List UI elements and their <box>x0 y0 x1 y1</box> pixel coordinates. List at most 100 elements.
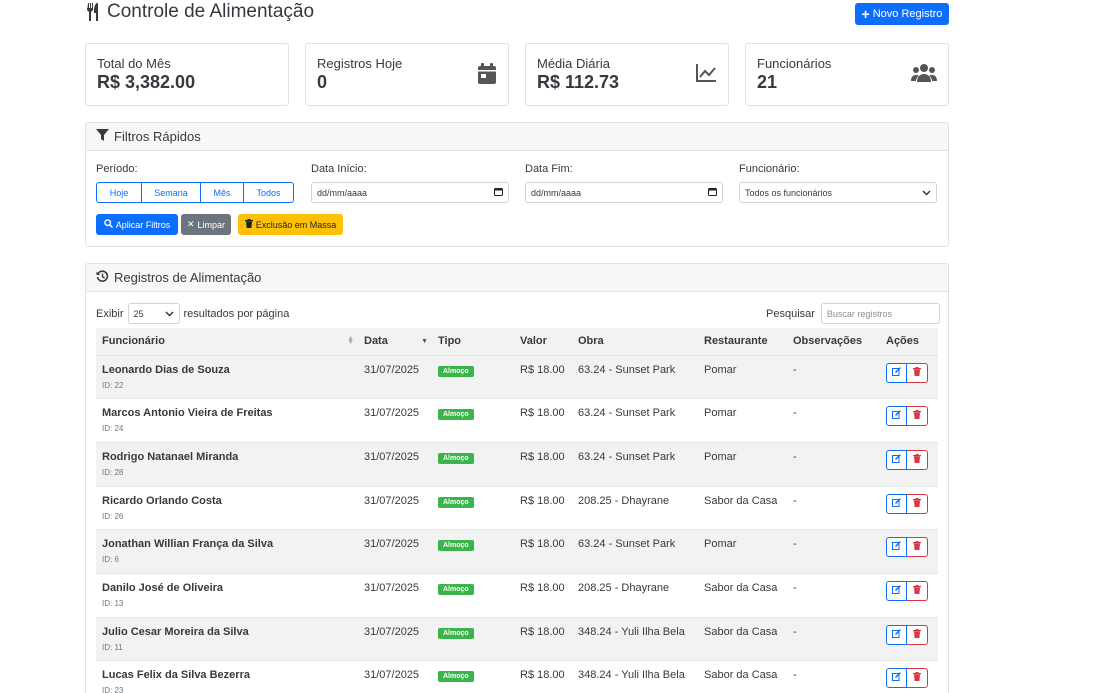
cell-site: 63.24 - Sunset Park <box>572 529 698 574</box>
column-header-restaurant[interactable]: Restaurante <box>698 328 787 356</box>
edit-icon <box>892 541 901 553</box>
column-header-date[interactable]: Data ▼ <box>358 328 432 356</box>
trash-icon <box>913 628 921 641</box>
table-row: Lucas Felix da Silva Bezerra ID: 23 31/07/… <box>96 660 938 693</box>
end-date-input[interactable]: dd/mm/aaaa <box>525 182 723 203</box>
cell-date: 31/07/2025 <box>358 442 432 487</box>
cell-date: 31/07/2025 <box>358 529 432 574</box>
stat-value: 21 <box>757 72 778 92</box>
history-icon <box>96 269 109 286</box>
delete-button[interactable] <box>907 580 928 601</box>
column-header-notes[interactable]: Observações <box>787 328 880 356</box>
column-header-value[interactable]: Valor <box>514 328 572 356</box>
delete-button[interactable] <box>907 624 928 645</box>
line-chart-icon <box>695 63 717 88</box>
cell-type: Almoço <box>432 573 514 618</box>
cell-restaurant: Sabor da Casa <box>698 486 787 531</box>
employee-name: Danilo José de Oliveira <box>102 581 224 594</box>
cell-employee: Jonathan Willian França da Silva ID: 6 <box>96 529 358 574</box>
edit-button[interactable] <box>886 362 907 383</box>
employee-id: ID: 24 <box>102 424 124 434</box>
delete-button[interactable] <box>907 406 928 427</box>
column-header-employee[interactable]: Funcionário ▲ ▼ <box>96 328 358 356</box>
new-record-button[interactable]: + Novo Registro <box>855 3 949 25</box>
employee-name: Rodrigo Natanael Miranda <box>102 450 239 463</box>
stat-label: Média Diária <box>537 56 610 71</box>
cell-notes: - <box>787 660 880 693</box>
cell-site: 208.25 - Dhayrane <box>572 486 698 531</box>
cell-date: 31/07/2025 <box>358 660 432 693</box>
stat-card-total-month: Total do Mês R$ 3,382.00 <box>85 43 289 106</box>
type-badge: Almoço <box>438 540 474 552</box>
cell-actions <box>880 660 938 693</box>
clear-filters-button[interactable]: ✕ Limpar <box>181 214 231 235</box>
edit-button[interactable] <box>886 493 907 514</box>
cell-employee: Marcos Antonio Vieira de Freitas ID: 24 <box>96 398 358 443</box>
cell-value: R$ 18.00 <box>514 573 572 618</box>
employee-name: Leonardo Dias de Souza <box>102 363 230 376</box>
table-row: Julio Cesar Moreira da Silva ID: 11 31/07/… <box>96 617 938 662</box>
period-week-button[interactable]: Semana <box>142 183 201 202</box>
edit-button[interactable] <box>886 668 907 689</box>
cell-actions <box>880 529 938 574</box>
edit-button[interactable] <box>886 406 907 427</box>
trash-icon <box>913 366 921 379</box>
apply-filters-button[interactable]: Aplicar Filtros <box>96 214 178 235</box>
cell-notes: - <box>787 573 880 618</box>
chevron-down-icon <box>164 309 174 319</box>
bulk-delete-button[interactable]: Exclusão em Massa <box>238 214 343 235</box>
period-all-button[interactable]: Todos <box>244 183 293 202</box>
period-button-group: Hoje Semana Mês Todos <box>96 182 294 203</box>
page-length-control: Exibir 25 resultados por página <box>96 303 289 324</box>
cell-type: Almoço <box>432 486 514 531</box>
cell-employee: Lucas Felix da Silva Bezerra ID: 23 <box>96 660 358 693</box>
column-header-type[interactable]: Tipo <box>432 328 514 356</box>
edit-button[interactable] <box>886 537 907 558</box>
delete-button[interactable] <box>907 493 928 514</box>
plus-icon: + <box>861 6 870 22</box>
column-header-site[interactable]: Obra <box>572 328 698 356</box>
filter-icon <box>96 129 109 144</box>
cell-employee: Julio Cesar Moreira da Silva ID: 11 <box>96 617 358 662</box>
table-row: Marcos Antonio Vieira de Freitas ID: 24 31… <box>96 398 938 443</box>
stat-value: R$ 3,382.00 <box>97 72 196 92</box>
period-month-button[interactable]: Mês <box>201 183 244 202</box>
cell-restaurant: Pomar <box>698 398 787 443</box>
employee-id: ID: 13 <box>102 598 124 608</box>
cell-date: 31/07/2025 <box>358 355 432 400</box>
type-badge: Almoço <box>438 409 474 421</box>
bulk-delete-label: Exclusão em Massa <box>255 219 337 230</box>
end-date-label: Data Fim: <box>525 163 573 175</box>
delete-button[interactable] <box>907 668 928 689</box>
cell-type: Almoço <box>432 617 514 662</box>
delete-button[interactable] <box>907 362 928 383</box>
cell-date: 31/07/2025 <box>358 486 432 531</box>
trash-icon <box>244 219 253 230</box>
start-date-input[interactable]: dd/mm/aaaa <box>311 182 509 203</box>
stat-card-records-today: Registros Hoje 0 <box>305 43 509 106</box>
period-today-button[interactable]: Hoje <box>97 183 142 202</box>
employee-id: ID: 23 <box>102 686 124 693</box>
cell-site: 208.25 - Dhayrane <box>572 573 698 618</box>
delete-button[interactable] <box>907 537 928 558</box>
edit-button[interactable] <box>886 624 907 645</box>
cell-site: 63.24 - Sunset Park <box>572 355 698 400</box>
edit-button[interactable] <box>886 449 907 470</box>
cell-notes: - <box>787 355 880 400</box>
records-table: Funcionário ▲ ▼ Data ▼ Tipo Valor Obra Rest… <box>96 328 938 693</box>
page-size-select[interactable]: 25 <box>127 303 180 324</box>
type-badge: Almoço <box>438 496 474 508</box>
type-badge: Almoço <box>438 671 474 683</box>
search-input[interactable]: Buscar registros <box>820 303 940 324</box>
show-suffix: resultados por página <box>183 307 290 320</box>
calendar-picker-icon[interactable] <box>494 187 503 198</box>
edit-button[interactable] <box>886 580 907 601</box>
calendar-picker-icon[interactable] <box>708 187 717 198</box>
end-date-placeholder: dd/mm/aaaa <box>531 187 582 198</box>
cell-value: R$ 18.00 <box>514 660 572 693</box>
cell-actions <box>880 617 938 662</box>
delete-button[interactable] <box>907 449 928 470</box>
employee-select[interactable]: Todos os funcionários <box>739 182 937 203</box>
stat-label: Total do Mês <box>97 56 171 71</box>
cell-employee: Rodrigo Natanael Miranda ID: 28 <box>96 442 358 487</box>
